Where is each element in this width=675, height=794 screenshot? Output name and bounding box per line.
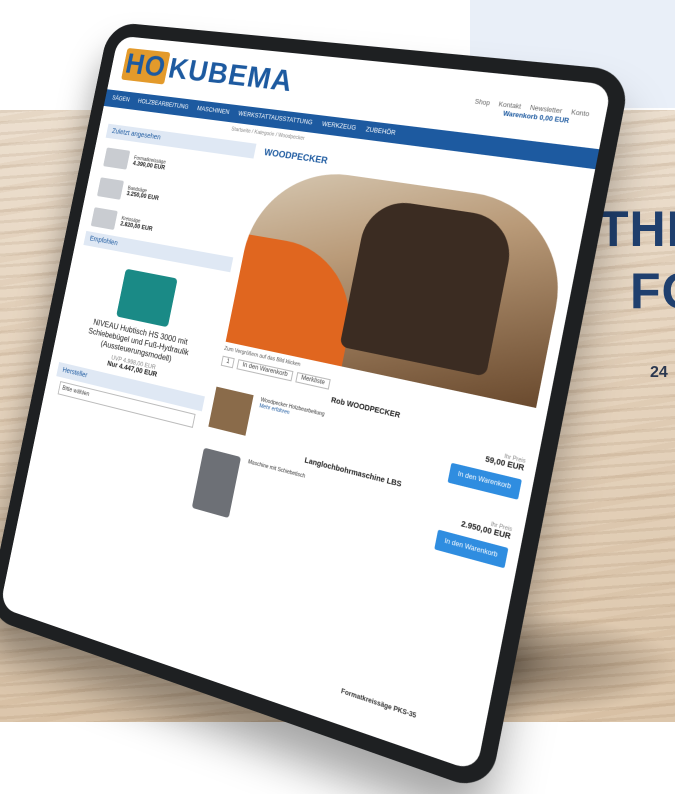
ad-headline-line2: FO: [630, 263, 675, 319]
lift-table-image: [116, 268, 178, 328]
product-thumbnail: [103, 147, 131, 170]
more-link[interactable]: Mehr erfahren: [259, 403, 438, 451]
top-link[interactable]: Konto: [570, 110, 589, 119]
ad-headline-line1: THE: [598, 201, 675, 257]
logo-prefix: HO: [121, 47, 171, 85]
product-image[interactable]: [208, 386, 254, 436]
quantity-field[interactable]: 1: [220, 355, 236, 369]
wishlist-button[interactable]: Merkliste: [295, 371, 331, 390]
nav-item[interactable]: Holzbearbeitung: [137, 99, 189, 111]
cart-label: Warenkorb: [502, 111, 539, 122]
nav-item[interactable]: Maschinen: [196, 106, 229, 116]
cart-value: 0,00 EUR: [538, 115, 570, 126]
price-column: Ihr Preis 2.950,00 EUR In den Warenkorb: [427, 507, 513, 569]
price-column: Ihr Preis 59,00 EUR In den Warenkorb: [440, 440, 526, 500]
nav-item[interactable]: Werkzeug: [321, 122, 356, 132]
machine-image[interactable]: [191, 447, 242, 519]
top-link[interactable]: Kontakt: [498, 102, 522, 111]
top-link[interactable]: Shop: [474, 99, 490, 107]
logo-text: KUBEMA: [165, 52, 297, 99]
product-thumbnail: [96, 177, 125, 200]
nav-item[interactable]: Zubehör: [365, 127, 396, 137]
product-thumbnail: [90, 207, 118, 230]
ad-subheadline: 24: [650, 364, 668, 381]
nav-item[interactable]: Sägen: [112, 96, 131, 104]
hero-person: [339, 197, 517, 377]
site-logo[interactable]: HO KUBEMA: [121, 47, 297, 99]
main-content: WOODPECKER Zum Vergrößern auf das Bild k…: [191, 145, 580, 594]
footer-product-tag[interactable]: Formatkreissäge PKS-35: [340, 689, 416, 721]
recommended-label: Empfohlen: [89, 235, 119, 248]
page-body: Zuletzt angesehen Formatkreissäge 4.390,…: [29, 119, 592, 602]
